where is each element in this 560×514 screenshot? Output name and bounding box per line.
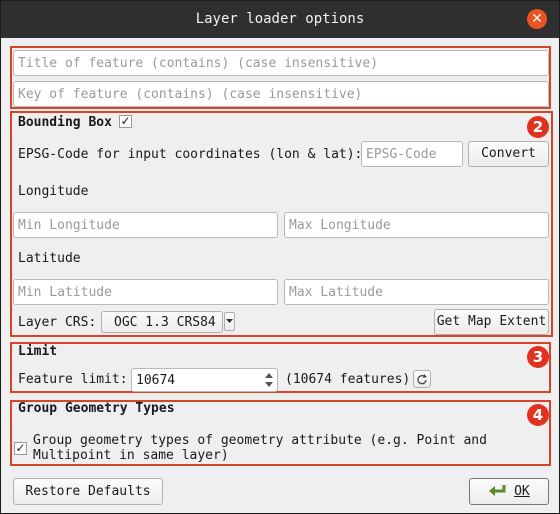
min-longitude-placeholder: Min Longitude [18, 218, 120, 233]
key-filter-placeholder: Key of feature (contains) (case insensit… [18, 87, 363, 102]
badge-4: 4 [527, 404, 549, 426]
epsg-label: EPSG-Code for input coordinates (lon & l… [18, 147, 363, 162]
feature-limit-spinbox[interactable]: 10674 [131, 368, 278, 392]
ok-button[interactable]: OK [469, 478, 549, 505]
feature-count-text: (10674 features) [285, 372, 411, 387]
feature-limit-label: Feature limit: [18, 372, 128, 387]
restore-defaults-button[interactable]: Restore Defaults [13, 478, 163, 505]
ok-arrow-icon [489, 485, 506, 496]
max-latitude-placeholder: Max Latitude [289, 285, 383, 300]
badge-2: 2 [527, 116, 549, 138]
layer-crs-select[interactable]: OGC 1.3 CRS84 [101, 311, 223, 333]
title-filter-placeholder: Title of feature (contains) (case insens… [18, 56, 379, 71]
badge-3: 3 [527, 346, 549, 368]
close-button[interactable]: ✕ [527, 9, 547, 29]
spin-arrows-icon[interactable] [263, 369, 275, 391]
title-filter-input[interactable]: Title of feature (contains) (case insens… [13, 50, 549, 76]
epsg-input[interactable]: EPSG-Code [361, 141, 463, 167]
min-longitude-input[interactable]: Min Longitude [13, 212, 278, 238]
key-filter-input[interactable]: Key of feature (contains) (case insensit… [13, 81, 549, 107]
bounding-box-heading: Bounding Box [18, 115, 112, 130]
bounding-box-checkbox[interactable]: ✓ [119, 115, 132, 128]
refresh-icon [417, 374, 427, 385]
ok-label: OK [514, 484, 530, 499]
feature-limit-value: 10674 [136, 373, 176, 388]
chevron-down-icon [226, 319, 233, 323]
min-latitude-placeholder: Min Latitude [18, 285, 112, 300]
refresh-count-button[interactable] [413, 370, 431, 388]
max-longitude-placeholder: Max Longitude [289, 218, 391, 233]
layer-crs-label: Layer CRS: [18, 315, 97, 330]
get-map-extent-button[interactable]: Get Map Extent [434, 309, 549, 335]
convert-button[interactable]: Convert [468, 141, 549, 167]
max-latitude-input[interactable]: Max Latitude [284, 279, 549, 305]
layer-loader-dialog: Layer loader options ✕ 1 Title of featur… [0, 0, 560, 514]
latitude-label: Latitude [18, 251, 81, 266]
title-bar: Layer loader options ✕ [1, 1, 559, 38]
min-latitude-input[interactable]: Min Latitude [13, 279, 278, 305]
crs-dropdown-arrow[interactable] [224, 312, 235, 331]
window-title: Layer loader options [195, 11, 365, 27]
longitude-label: Longitude [18, 184, 89, 199]
group-geometry-heading: Group Geometry Types [18, 401, 175, 416]
epsg-placeholder: EPSG-Code [366, 147, 437, 162]
layer-crs-value: OGC 1.3 CRS84 [114, 315, 216, 330]
group-geometry-checkbox[interactable]: ✓ [14, 442, 27, 455]
group-geometry-label-line1: Group geometry types of geometry attribu… [33, 433, 487, 448]
limit-heading: Limit [18, 344, 58, 359]
group-geometry-label-line2: Multipoint in same layer) [33, 448, 229, 463]
max-longitude-input[interactable]: Max Longitude [284, 212, 549, 238]
